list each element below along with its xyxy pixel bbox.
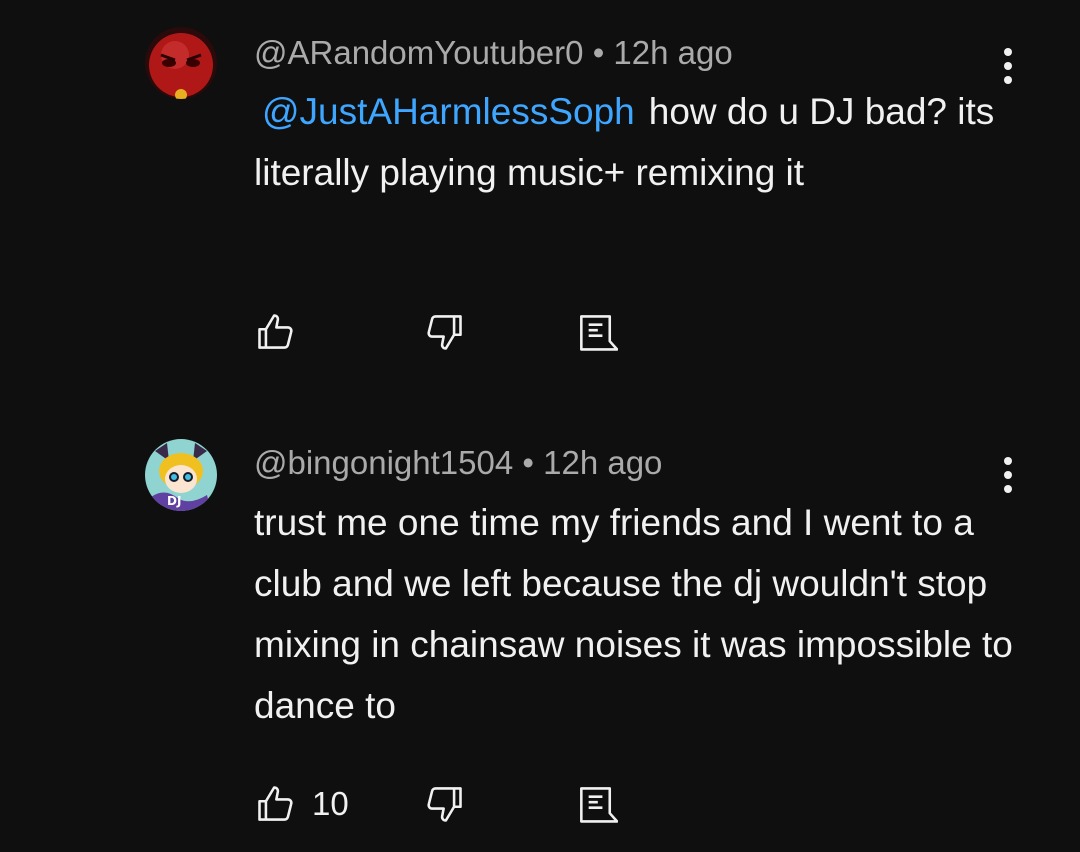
- comment-actions: [254, 308, 654, 356]
- anime-character-avatar-icon: DJ: [145, 439, 217, 511]
- comments-page: @ARandomYoutuber0 • 12h ago @JustAHarmle…: [0, 0, 1080, 852]
- comment: DJ @bingonight1504 • 12h ago trust me on…: [0, 410, 1080, 852]
- thumbs-up-icon: [258, 314, 293, 349]
- svg-text:DJ: DJ: [167, 494, 181, 508]
- reply-button[interactable]: [574, 780, 618, 828]
- meta-separator: •: [592, 34, 605, 71]
- author-handle[interactable]: @ARandomYoutuber0: [254, 34, 584, 71]
- meta-separator: •: [522, 444, 534, 481]
- like-button[interactable]: 10: [254, 780, 349, 828]
- thumbs-down-icon: [427, 315, 462, 350]
- reply-button[interactable]: [574, 308, 618, 356]
- thumbs-down-icon: [427, 787, 462, 822]
- comment: @ARandomYoutuber0 • 12h ago @JustAHarmle…: [0, 0, 1080, 400]
- dislike-button[interactable]: [422, 780, 466, 828]
- like-button[interactable]: [254, 308, 312, 356]
- dislike-button[interactable]: [422, 308, 466, 356]
- comment-actions: 10: [254, 780, 654, 828]
- comment-time[interactable]: 12h ago: [543, 444, 662, 481]
- comment-meta: @bingonight1504 • 12h ago: [254, 444, 662, 482]
- comment-text: @JustAHarmlessSoph how do u DJ bad? its l…: [254, 81, 1014, 203]
- mention-link[interactable]: @JustAHarmlessSoph: [262, 91, 635, 132]
- avatar[interactable]: DJ: [145, 439, 217, 511]
- comment-meta: @ARandomYoutuber0 • 12h ago: [254, 34, 733, 72]
- comment-time[interactable]: 12h ago: [613, 34, 732, 71]
- avatar[interactable]: [145, 27, 217, 99]
- reply-comment-icon: [580, 315, 618, 351]
- comment-body: trust me one time my friends and I went …: [254, 502, 1013, 726]
- author-handle[interactable]: @bingonight1504: [254, 444, 513, 481]
- reply-comment-icon: [580, 787, 618, 823]
- thumbs-up-icon: [258, 786, 293, 821]
- red-face-avatar-icon: [145, 27, 217, 99]
- comment-text: trust me one time my friends and I went …: [254, 492, 1014, 736]
- like-count: 10: [312, 785, 349, 822]
